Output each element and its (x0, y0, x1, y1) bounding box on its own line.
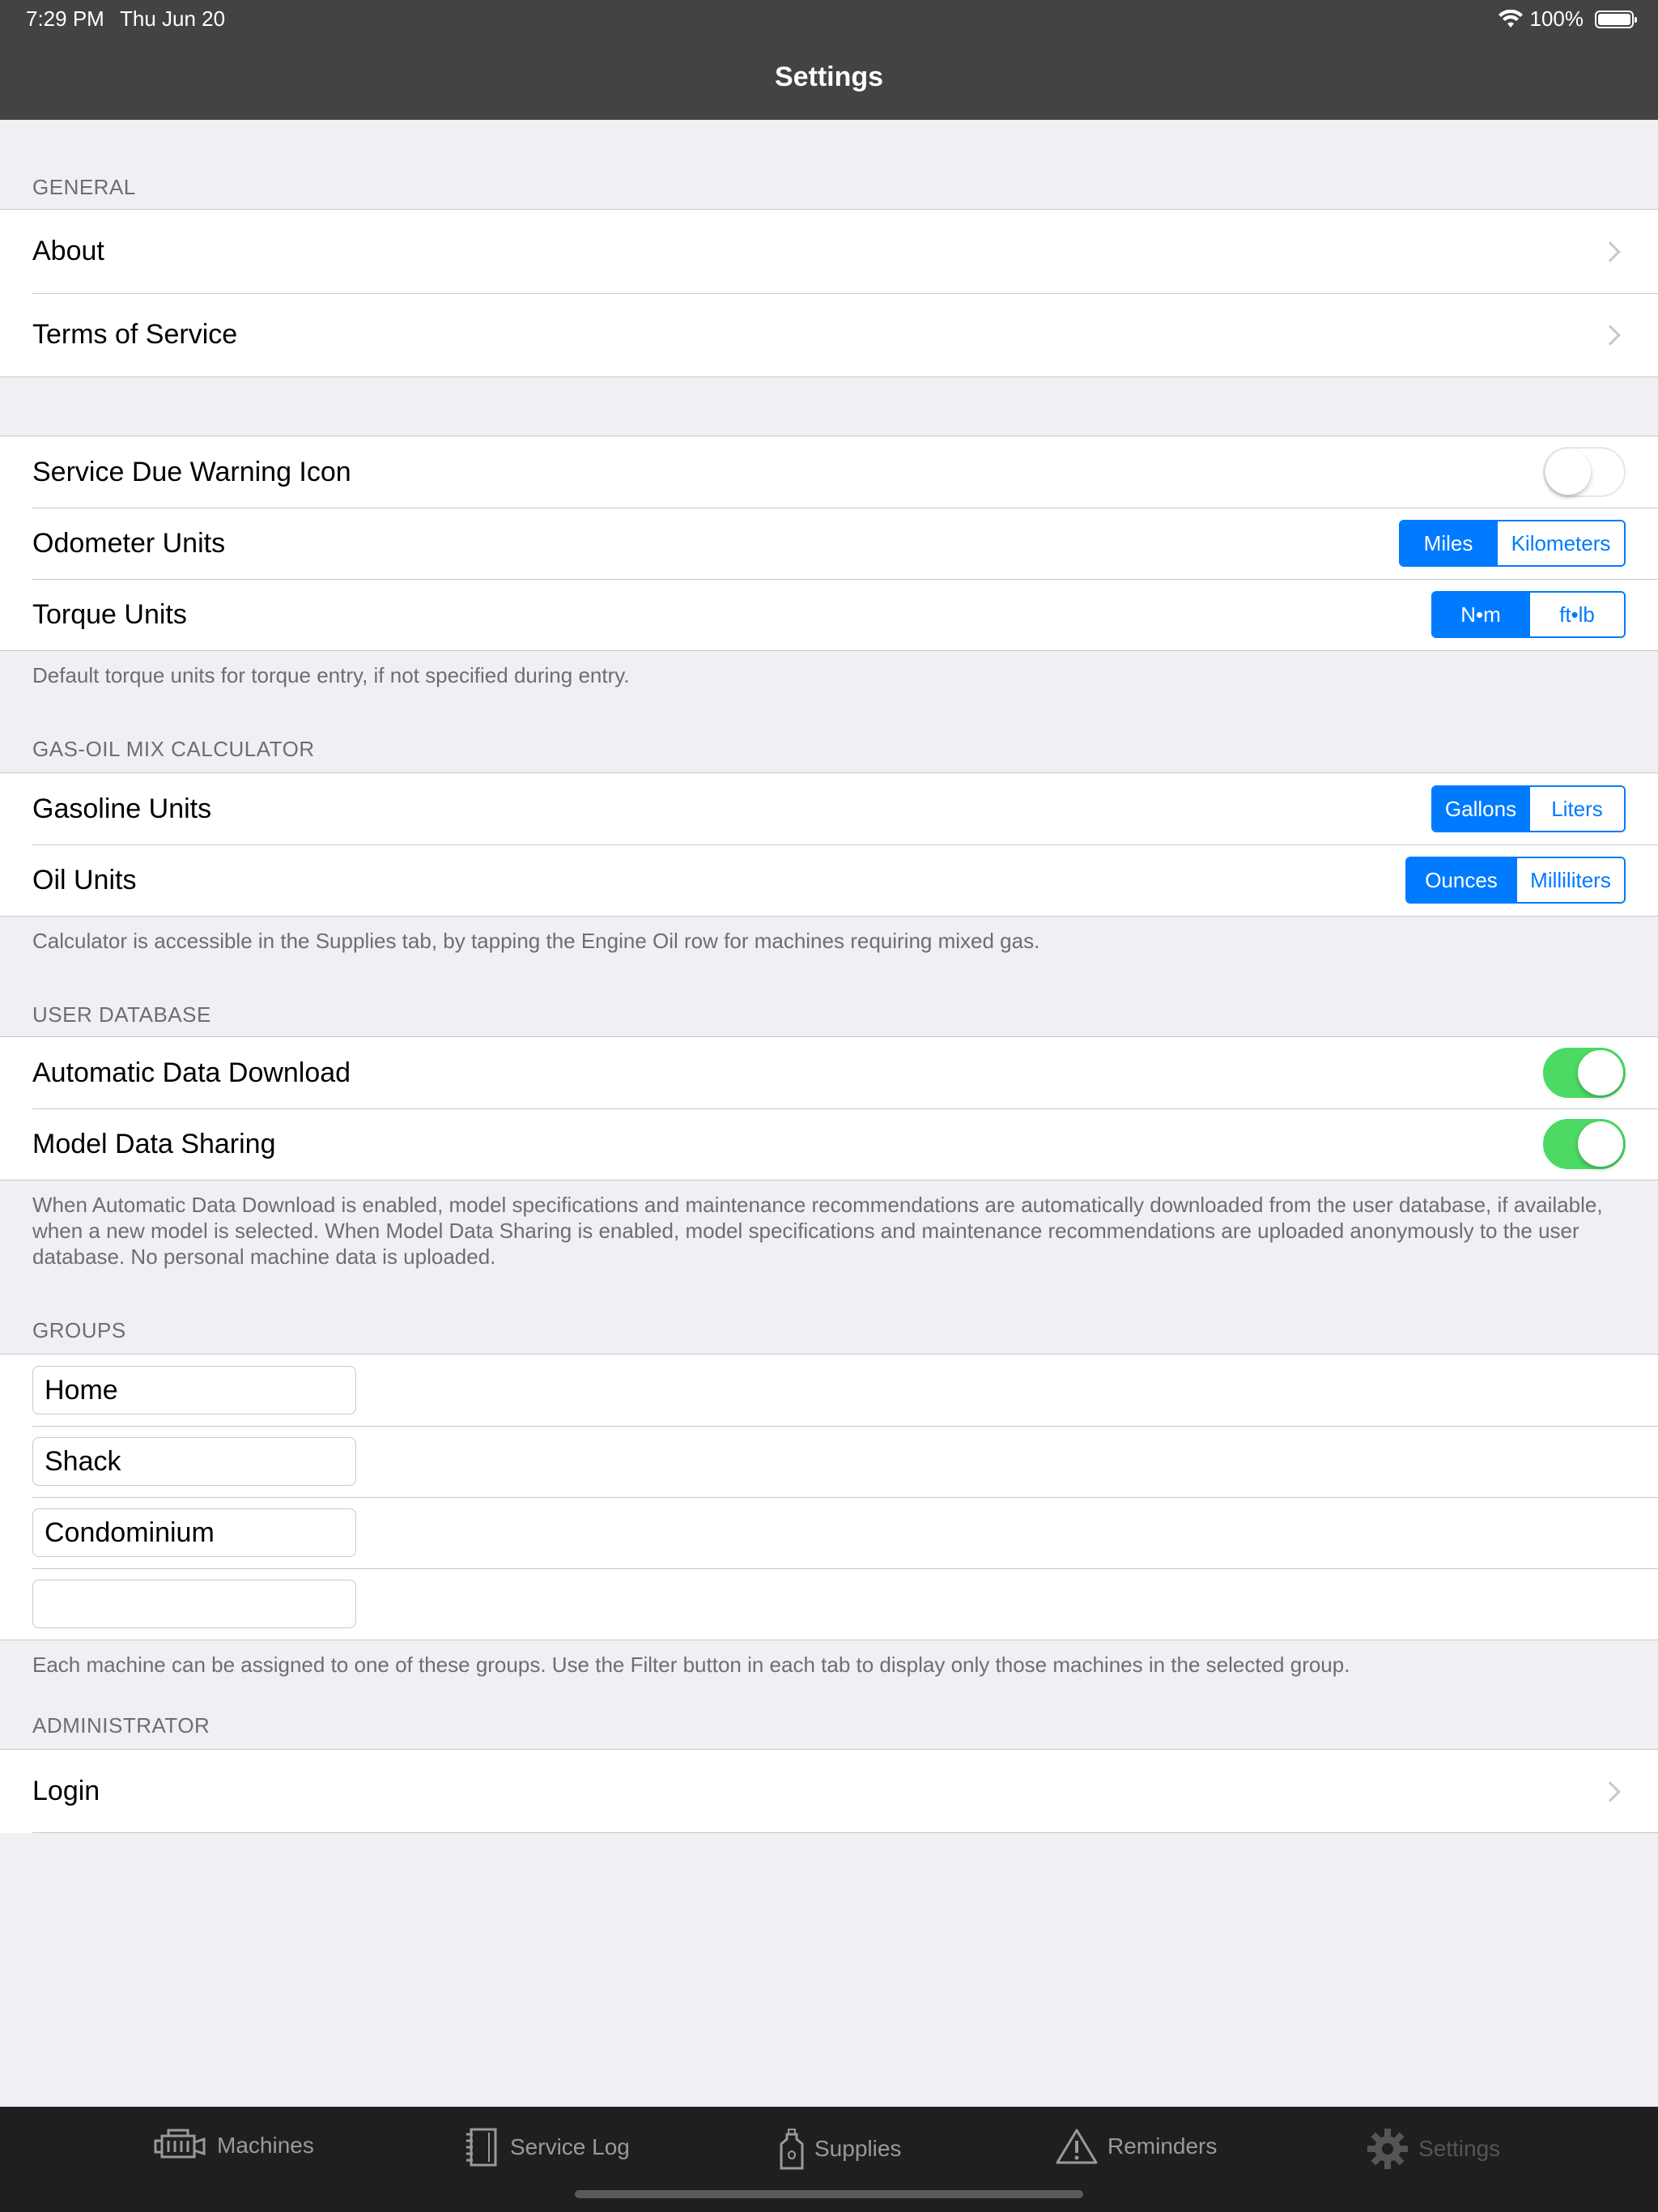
notebook-icon (466, 2128, 497, 2167)
groups-group: Home Shack Condominium (0, 1354, 1658, 1640)
divider (32, 1832, 1658, 1833)
page-title: Settings (774, 62, 884, 92)
user-database-footer-note: When Automatic Data Download is enabled,… (32, 1193, 1603, 1269)
group-field-row: Home (0, 1355, 1658, 1426)
service-warning-toggle[interactable] (1543, 447, 1626, 497)
warning-triangle-icon (1056, 2129, 1098, 2164)
model-sharing-row: Model Data Sharing (0, 1108, 1658, 1180)
chevron-right-icon (1600, 240, 1621, 262)
gas-oil-footer-note: Calculator is accessible in the Supplies… (32, 929, 1040, 953)
group-name-field-home[interactable]: Home (32, 1366, 356, 1414)
model-sharing-label: Model Data Sharing (32, 1128, 276, 1159)
tab-settings-label: Settings (1418, 2136, 1501, 2161)
groups-footer-note: Each machine can be assigned to one of t… (32, 1653, 1350, 1677)
odometer-option-kilometers[interactable]: Kilometers (1496, 521, 1624, 565)
model-sharing-toggle[interactable] (1543, 1119, 1626, 1169)
auto-download-label: Automatic Data Download (32, 1057, 351, 1088)
administrator-group: Login (0, 1749, 1658, 1833)
torque-segmented-control: N•m ft•lb (1431, 591, 1626, 638)
oil-row: Oil Units Ounces Milliliters (0, 844, 1658, 916)
section-header-gas-oil: GAS-OIL MIX CALCULATOR (32, 737, 315, 761)
gear-icon (1367, 2129, 1408, 2169)
battery-icon (1595, 10, 1637, 28)
group-field-row: Condominium (0, 1497, 1658, 1568)
service-warning-row: Service Due Warning Icon (0, 436, 1658, 508)
tab-machines-label: Machines (217, 2133, 314, 2158)
odometer-segmented-control: Miles Kilometers (1399, 520, 1626, 567)
terms-of-service-row[interactable]: Terms of Service (0, 293, 1658, 376)
gasoline-option-liters[interactable]: Liters (1528, 787, 1624, 831)
torque-label: Torque Units (32, 598, 187, 630)
group-field-row (0, 1568, 1658, 1640)
oil-option-milliliters[interactable]: Milliliters (1516, 858, 1624, 902)
auto-download-toggle[interactable] (1543, 1048, 1626, 1098)
odometer-label: Odometer Units (32, 527, 226, 559)
wifi-icon (1498, 9, 1523, 28)
status-right: 100% (1498, 6, 1637, 32)
status-date: Thu Jun 20 (120, 6, 226, 31)
about-label: About (32, 236, 104, 266)
section-header-administrator: ADMINISTRATOR (32, 1713, 210, 1738)
gas-oil-group: Gasoline Units Gallons Liters Oil Units … (0, 772, 1658, 917)
auto-download-row: Automatic Data Download (0, 1037, 1658, 1108)
tab-settings[interactable]: Settings (1367, 2128, 1500, 2170)
top-bar: 7:29 PM Thu Jun 20 100% Settings (0, 0, 1658, 120)
group-name-field-condominium[interactable]: Condominium (32, 1508, 356, 1557)
tab-supplies-label: Supplies (814, 2136, 902, 2161)
gasoline-row: Gasoline Units Gallons Liters (0, 773, 1658, 844)
oil-segmented-control: Ounces Milliliters (1405, 857, 1626, 904)
section-header-groups: GROUPS (32, 1318, 126, 1342)
service-warning-label: Service Due Warning Icon (32, 456, 351, 487)
torque-option-ftlb[interactable]: ft•lb (1528, 593, 1624, 636)
oil-bottle-icon (780, 2129, 804, 2170)
group-name-field-empty[interactable] (32, 1580, 356, 1628)
login-row[interactable]: Login (0, 1750, 1658, 1833)
status-time: 7:29 PM (26, 6, 104, 31)
oil-label: Oil Units (32, 864, 137, 895)
tab-reminders-label: Reminders (1107, 2133, 1218, 2159)
chevron-right-icon (1600, 324, 1621, 346)
general-group: About Terms of Service (0, 209, 1658, 377)
odometer-option-miles[interactable]: Miles (1401, 521, 1496, 565)
group-field-row: Shack (0, 1426, 1658, 1497)
home-indicator[interactable] (575, 2190, 1083, 2198)
toggle-knob (1578, 1050, 1623, 1095)
tab-service-log-label: Service Log (510, 2134, 630, 2159)
tab-supplies[interactable]: Supplies (779, 2128, 901, 2170)
user-database-group: Automatic Data Download Model Data Shari… (0, 1036, 1658, 1180)
torque-option-nm[interactable]: N•m (1433, 593, 1528, 636)
oil-option-ounces[interactable]: Ounces (1407, 858, 1516, 902)
engine-icon (154, 2129, 206, 2159)
torque-footer-note: Default torque units for torque entry, i… (32, 663, 630, 687)
gasoline-label: Gasoline Units (32, 793, 212, 824)
toggle-knob (1545, 449, 1591, 495)
login-label: Login (32, 1776, 100, 1806)
tab-service-log[interactable]: Service Log (465, 2128, 630, 2167)
tab-reminders[interactable]: Reminders (1056, 2128, 1217, 2165)
about-row[interactable]: About (0, 210, 1658, 293)
section-header-general: GENERAL (32, 175, 136, 199)
chevron-right-icon (1600, 1780, 1621, 1802)
terms-of-service-label: Terms of Service (32, 319, 238, 350)
odometer-row: Odometer Units Miles Kilometers (0, 508, 1658, 579)
units-group: Service Due Warning Icon Odometer Units … (0, 436, 1658, 651)
section-header-user-database: USER DATABASE (32, 1002, 211, 1027)
group-name-field-shack[interactable]: Shack (32, 1437, 356, 1486)
gasoline-option-gallons[interactable]: Gallons (1433, 787, 1528, 831)
gasoline-segmented-control: Gallons Liters (1431, 785, 1626, 832)
tab-machines[interactable]: Machines (154, 2128, 314, 2163)
battery-percent: 100% (1529, 6, 1584, 31)
toggle-knob (1578, 1121, 1623, 1167)
torque-row: Torque Units N•m ft•lb (0, 579, 1658, 650)
